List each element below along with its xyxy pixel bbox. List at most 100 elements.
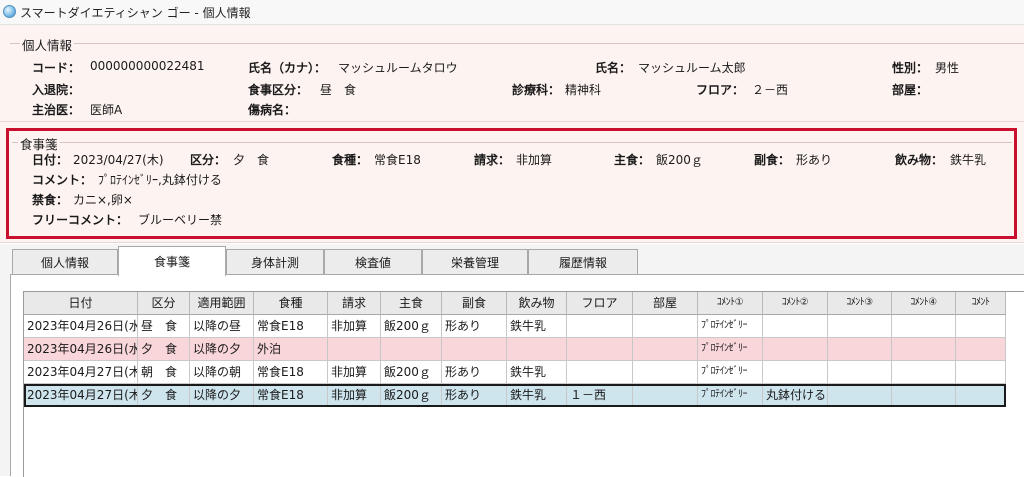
cell-comment2: 丸鉢付ける <box>763 384 828 407</box>
tab-label: 履歴情報 <box>558 255 607 270</box>
personal-info-legend: 個人情報 <box>20 35 75 54</box>
doctor-label: 主治医： <box>32 103 81 117</box>
tab-personal-info[interactable]: 個人情報 <box>12 249 118 274</box>
tab-history[interactable]: 履歴情報 <box>528 249 638 274</box>
disease-label: 傷病名： <box>248 103 297 117</box>
cell-staple: 飯200ｇ <box>381 315 442 338</box>
app-icon <box>3 5 16 18</box>
table-row[interactable]: 2023年04月27日(木)朝 食以降の朝 食常食E18非加算飯200ｇ形あり鉄… <box>24 361 1006 384</box>
dept-value: 精神科 <box>565 83 602 97</box>
column-header-class[interactable]: 区分 <box>138 292 190 315</box>
cell-comment1: ﾌﾟﾛﾃｲﾝｾﾞﾘｰ <box>698 338 763 361</box>
cell-comment2 <box>763 361 828 384</box>
column-header-staple[interactable]: 主食 <box>381 292 442 315</box>
cell-drink <box>507 338 567 361</box>
floor-label: フロア： <box>696 83 745 97</box>
cell-side <box>442 338 507 361</box>
cell-comment5 <box>956 338 1006 361</box>
cell-staple <box>381 338 442 361</box>
cell-drink: 鉄牛乳 <box>507 384 567 407</box>
meal-class-value: 昼 食 <box>320 83 357 97</box>
doctor-value: 医師A <box>90 103 123 117</box>
meal-class-label: 食事区分： <box>248 83 309 97</box>
tab-label: 栄養管理 <box>450 255 499 270</box>
cell-class: 夕 食 <box>138 384 190 407</box>
cell-drink: 鉄牛乳 <box>507 315 567 338</box>
cell-range: 以降の昼 食 <box>190 315 254 338</box>
cell-type: 常食E18 <box>254 384 328 407</box>
sex-value: 男性 <box>935 61 960 75</box>
tab-label: 身体計測 <box>250 255 299 270</box>
cell-date: 2023年04月27日(木) <box>24 361 138 384</box>
cell-comment2 <box>763 315 828 338</box>
cell-billing <box>328 338 381 361</box>
cell-room <box>633 315 698 338</box>
cell-comment5 <box>956 384 1006 407</box>
column-header-room[interactable]: 部屋 <box>633 292 698 315</box>
column-header-comment4[interactable]: ｺﾒﾝﾄ④ <box>892 292 956 315</box>
cell-comment3 <box>828 338 892 361</box>
code-label: コード： <box>32 61 81 75</box>
name-value: マッシュルーム太郎 <box>638 61 746 75</box>
cell-comment4 <box>892 361 956 384</box>
cell-floor <box>567 361 633 384</box>
column-header-floor[interactable]: フロア <box>567 292 633 315</box>
cell-comment3 <box>828 315 892 338</box>
tab-lab-values[interactable]: 検査値 <box>324 249 422 274</box>
column-header-date[interactable]: 日付 <box>24 292 138 315</box>
cell-side: 形あり <box>442 315 507 338</box>
sex-label: 性別： <box>892 61 929 75</box>
personal-info-section: 個人情報 コード： 000000000022481 氏名（カナ）： マッシュルー… <box>0 25 1024 122</box>
column-header-side[interactable]: 副食 <box>442 292 507 315</box>
cell-side: 形あり <box>442 384 507 407</box>
column-header-range[interactable]: 適用範囲 <box>190 292 254 315</box>
cell-class: 夕 食 <box>138 338 190 361</box>
column-header-comment2[interactable]: ｺﾒﾝﾄ② <box>763 292 828 315</box>
column-header-comment1[interactable]: ｺﾒﾝﾄ① <box>698 292 763 315</box>
tab-meal-ticket[interactable]: 食事箋 <box>118 246 226 276</box>
cell-type: 外泊 <box>254 338 328 361</box>
tab-body-measure[interactable]: 身体計測 <box>226 249 324 274</box>
meal-history-table: 日付 区分 適用範囲 食種 請求 主食 副食 飲み物 フロア 部屋 ｺﾒﾝﾄ① ｺﾒﾝﾄ② ｺﾒﾝﾄ③ ｺ… <box>23 291 1024 477</box>
column-header-comment5[interactable]: ｺﾒﾝﾄ <box>956 292 1006 315</box>
floor-value: ２－西 <box>752 83 789 97</box>
cell-date: 2023年04月27日(木) <box>24 384 138 407</box>
cell-billing: 非加算 <box>328 315 381 338</box>
admission-label: 入退院： <box>32 83 81 97</box>
window-title: スマートダイエティシャン ゴー - 個人情報 <box>20 6 251 20</box>
cell-side: 形あり <box>442 361 507 384</box>
cell-comment3 <box>828 384 892 407</box>
cell-range: 以降の夕 食 <box>190 384 254 407</box>
cell-comment2 <box>763 338 828 361</box>
tab-label: 検査値 <box>354 255 391 270</box>
cell-room <box>633 338 698 361</box>
table-row[interactable]: 2023年04月26日(水)昼 食以降の昼 食常食E18非加算飯200ｇ形あり鉄… <box>24 315 1006 338</box>
room-label: 部屋： <box>892 83 929 97</box>
cell-comment5 <box>956 315 1006 338</box>
cell-billing: 非加算 <box>328 384 381 407</box>
cell-date: 2023年04月26日(水) <box>24 338 138 361</box>
cell-floor: １－西 <box>567 384 633 407</box>
cell-comment1: ﾌﾟﾛﾃｲﾝｾﾞﾘｰ <box>698 315 763 338</box>
cell-class: 朝 食 <box>138 361 190 384</box>
column-header-drink[interactable]: 飲み物 <box>507 292 567 315</box>
column-header-billing[interactable]: 請求 <box>328 292 381 315</box>
cell-drink: 鉄牛乳 <box>507 361 567 384</box>
table-row[interactable]: 2023年04月27日(木)夕 食以降の夕 食常食E18非加算飯200ｇ形あり鉄… <box>24 384 1006 407</box>
cell-staple: 飯200ｇ <box>381 384 442 407</box>
tab-label: 個人情報 <box>40 255 89 270</box>
cell-comment3 <box>828 361 892 384</box>
cell-room <box>633 361 698 384</box>
cell-range: 以降の夕 食 <box>190 338 254 361</box>
tab-nutrition[interactable]: 栄養管理 <box>422 249 528 274</box>
cell-comment4 <box>892 315 956 338</box>
cell-room <box>633 384 698 407</box>
table-row[interactable]: 2023年04月26日(水)夕 食以降の夕 食外泊 ﾌﾟﾛﾃｲﾝｾﾞﾘｰ <box>24 338 1006 361</box>
cell-comment4 <box>892 384 956 407</box>
code-value: 000000000022481 <box>90 59 205 73</box>
column-header-comment3[interactable]: ｺﾒﾝﾄ③ <box>828 292 892 315</box>
cell-comment1: ﾌﾟﾛﾃｲﾝｾﾞﾘｰ <box>698 361 763 384</box>
cell-comment1: ﾌﾟﾛﾃｲﾝｾﾞﾘｰ <box>698 384 763 407</box>
cell-class: 昼 食 <box>138 315 190 338</box>
column-header-type[interactable]: 食種 <box>254 292 328 315</box>
